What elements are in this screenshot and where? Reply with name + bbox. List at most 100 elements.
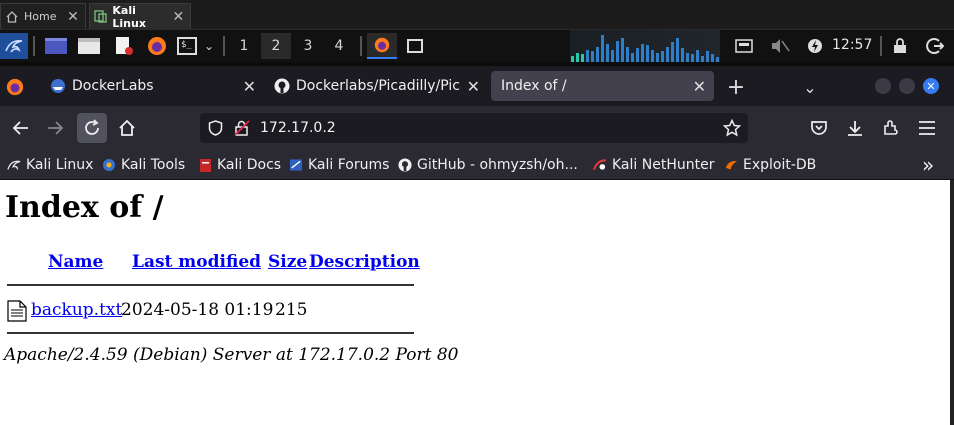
visualizer-bar bbox=[636, 48, 639, 62]
vm-tab-kali-close-icon[interactable]: ✕ bbox=[171, 9, 186, 25]
battery-charging-icon bbox=[808, 39, 822, 53]
browser-tab-index[interactable]: Index of / ✕ bbox=[491, 71, 714, 101]
bookmark-kali-docs[interactable]: Kali Docs bbox=[198, 155, 281, 175]
kali-dragon-icon bbox=[5, 40, 23, 53]
browser-tab-dockerlabs[interactable]: DockerLabs ✕ bbox=[42, 71, 264, 101]
bookmark-label: Kali Forums bbox=[308, 157, 390, 173]
bookmark-kali-linux[interactable]: Kali Linux bbox=[7, 155, 93, 175]
kali-panel: $_ ⌄ 1 2 3 4 12:57 bbox=[0, 30, 954, 62]
file-link-backup-txt[interactable]: backup.txt bbox=[31, 300, 122, 320]
text-file-icon bbox=[7, 300, 27, 326]
taskbar-firefox-window[interactable] bbox=[367, 33, 397, 59]
kali-dragon-icon bbox=[7, 158, 21, 172]
tracking-protection-shield-icon[interactable] bbox=[208, 120, 223, 140]
visualizer-bar bbox=[686, 53, 689, 62]
workspace-3[interactable]: 3 bbox=[293, 33, 323, 59]
bookmark-kali-nethunter[interactable]: Kali NetHunter bbox=[593, 155, 714, 175]
firefox-icon bbox=[6, 78, 24, 96]
logout-button[interactable] bbox=[924, 33, 946, 59]
kali-menu-button[interactable] bbox=[0, 33, 28, 59]
list-all-tabs-chevron-icon[interactable]: ⌄ bbox=[798, 74, 822, 100]
bookmark-label: Kali Docs bbox=[217, 157, 282, 173]
window-maximize-button[interactable] bbox=[899, 78, 915, 94]
firefox-icon bbox=[148, 37, 166, 55]
vm-tab-kali-label: Kali Linux bbox=[112, 3, 146, 30]
home-icon[interactable] bbox=[112, 113, 142, 143]
visualizer-bar bbox=[646, 45, 649, 62]
url-text[interactable]: 172.17.0.2 bbox=[260, 120, 336, 136]
launcher-dropdown-chevron-icon[interactable]: ⌄ bbox=[201, 33, 217, 59]
bookmark-kali-tools[interactable]: Kali Tools bbox=[102, 155, 185, 175]
pocket-icon[interactable] bbox=[804, 113, 834, 143]
window-close-button[interactable]: ✕ bbox=[923, 78, 939, 94]
forward-arrow-icon[interactable] bbox=[41, 113, 71, 143]
visualizer-bar bbox=[616, 41, 619, 62]
visualizer-bar bbox=[626, 47, 629, 62]
bookmark-label: Kali Linux bbox=[26, 157, 94, 173]
vm-tab-home[interactable]: Home ✕ bbox=[0, 3, 86, 29]
reload-icon[interactable] bbox=[77, 113, 107, 143]
column-header-description[interactable]: Description bbox=[309, 252, 420, 272]
page-content: Index of / Name Last modified Size Descr… bbox=[0, 180, 954, 425]
bookmarks-overflow-chevron-icon[interactable]: » bbox=[922, 153, 934, 177]
firefox-launcher-button[interactable] bbox=[145, 33, 169, 59]
firefox-view-button[interactable] bbox=[4, 76, 26, 98]
address-bar[interactable]: 172.17.0.2 bbox=[200, 113, 748, 143]
visualizer-bar bbox=[681, 48, 684, 62]
bookmarks-toolbar: Kali Linux Kali Tools Kali Docs Kali For… bbox=[0, 150, 954, 180]
visualizer-bar bbox=[621, 38, 624, 62]
visualizer-bar bbox=[696, 50, 699, 62]
panel-separator bbox=[880, 36, 882, 56]
power-manager-button[interactable] bbox=[805, 33, 825, 59]
kali-docs-icon bbox=[198, 158, 212, 172]
show-desktop-button[interactable] bbox=[44, 33, 68, 59]
menu-hamburger-icon[interactable] bbox=[912, 113, 942, 143]
panel-clock[interactable]: 12:57 bbox=[832, 37, 872, 53]
close-tab-icon[interactable]: ✕ bbox=[467, 77, 480, 96]
browser-tab-label: Dockerlabs/Picadilly/Picadilly bbox=[296, 78, 461, 94]
downloads-icon[interactable] bbox=[840, 113, 870, 143]
workspace-1[interactable]: 1 bbox=[229, 33, 259, 59]
visualizer-bar bbox=[651, 50, 654, 62]
new-tab-button[interactable]: + bbox=[722, 74, 750, 100]
kali-tools-icon bbox=[102, 158, 116, 172]
workspace-4[interactable]: 4 bbox=[324, 33, 354, 59]
bookmark-exploit-db[interactable]: Exploit-DB bbox=[724, 155, 816, 175]
close-tab-icon[interactable]: ✕ bbox=[693, 77, 706, 96]
workspace-2[interactable]: 2 bbox=[261, 33, 291, 59]
window-minimize-button[interactable] bbox=[875, 78, 891, 94]
insecure-lock-icon[interactable] bbox=[234, 120, 250, 140]
extensions-icon[interactable] bbox=[876, 113, 906, 143]
bookmark-kali-forums[interactable]: Kali Forums bbox=[289, 155, 389, 175]
column-header-last-modified[interactable]: Last modified bbox=[132, 252, 261, 272]
display-settings-button[interactable] bbox=[733, 33, 755, 59]
lock-screen-button[interactable] bbox=[890, 33, 910, 59]
visualizer-bar bbox=[576, 53, 579, 62]
terminal-launcher-button[interactable]: $_ bbox=[176, 33, 198, 59]
file-manager-button[interactable] bbox=[77, 33, 101, 59]
taskbar-terminal-window[interactable] bbox=[401, 33, 429, 59]
lock-icon bbox=[894, 38, 906, 53]
monitor-icon bbox=[735, 39, 753, 53]
close-tab-icon[interactable]: ✕ bbox=[243, 77, 256, 96]
browser-tab-label: DockerLabs bbox=[72, 78, 154, 94]
bookmark-star-icon[interactable] bbox=[722, 118, 742, 141]
audio-visualizer bbox=[570, 30, 720, 62]
table-divider bbox=[7, 284, 414, 286]
github-icon bbox=[398, 158, 412, 172]
back-arrow-icon[interactable] bbox=[5, 113, 35, 143]
vm-tab-home-close-icon[interactable]: ✕ bbox=[65, 9, 81, 25]
browser-tab-github[interactable]: Dockerlabs/Picadilly/Picadilly ✕ bbox=[266, 71, 488, 101]
text-editor-button[interactable] bbox=[113, 33, 135, 59]
exploitdb-icon bbox=[724, 158, 738, 172]
vm-tab-kali[interactable]: Kali Linux ✕ bbox=[89, 3, 191, 30]
visualizer-bar bbox=[631, 53, 634, 62]
column-header-size[interactable]: Size bbox=[268, 252, 307, 272]
bookmark-label: Kali NetHunter bbox=[612, 157, 715, 173]
visualizer-bar bbox=[591, 51, 594, 62]
window-right-border bbox=[950, 180, 954, 425]
visualizer-bar bbox=[666, 47, 669, 62]
volume-muted-button[interactable] bbox=[768, 33, 792, 59]
bookmark-github-ohmyzsh[interactable]: GitHub - ohmyzsh/oh... bbox=[398, 155, 578, 175]
column-header-name[interactable]: Name bbox=[48, 252, 103, 272]
